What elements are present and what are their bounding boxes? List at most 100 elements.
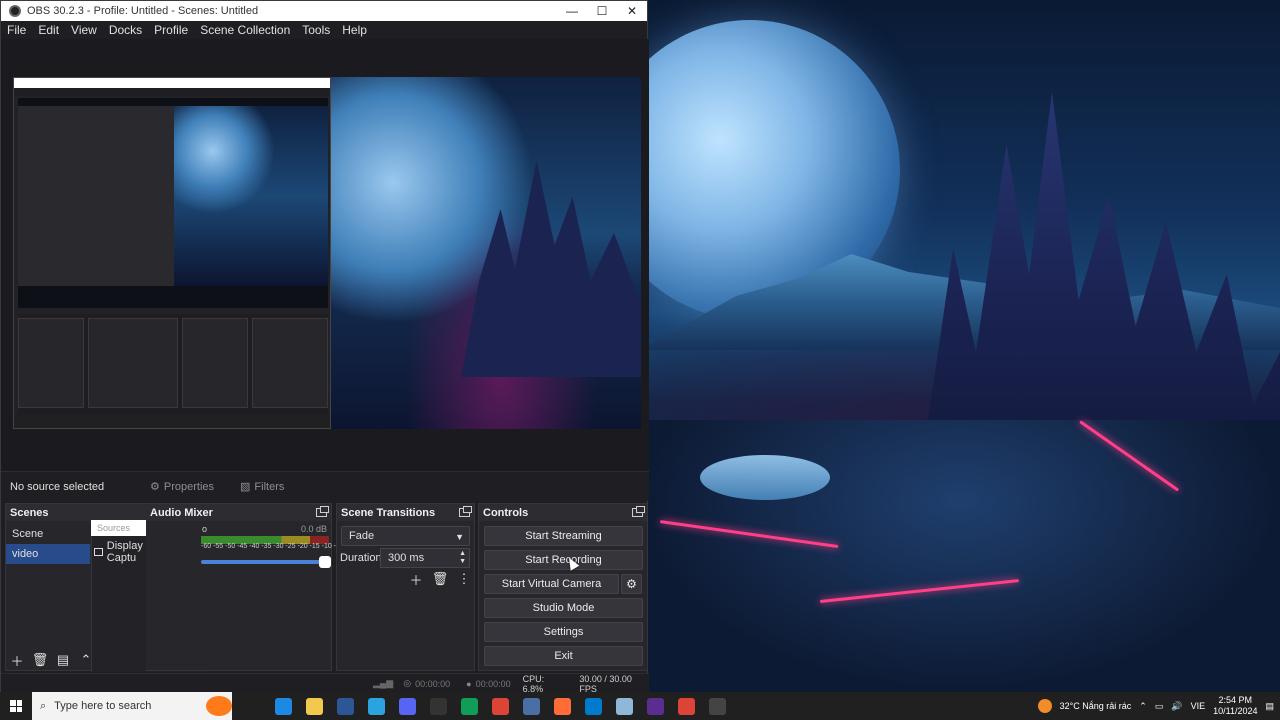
- status-bar: ▂▄▆ ◎ 00:00:00 ● 00:00:00 CPU: 6.8% 30.0…: [1, 673, 649, 694]
- minimize-button[interactable]: —: [557, 1, 587, 21]
- nested-docks: [18, 314, 328, 414]
- exit-button[interactable]: Exit: [484, 646, 643, 666]
- menu-file[interactable]: File: [1, 23, 32, 37]
- nested-dock: [252, 318, 328, 408]
- add-icon[interactable]: ＋: [409, 572, 423, 588]
- volume-slider-handle[interactable]: [319, 556, 331, 568]
- transition-toolbar: ＋ 🗑 ⋮: [409, 571, 471, 588]
- audio-mixer-dock: Audio Mixer o 0.0 dB -60 -55 -50 -45 -40…: [146, 503, 346, 671]
- scene-transitions-header: Scene Transitions: [337, 504, 474, 521]
- controls-title: Controls: [483, 506, 529, 519]
- menu-docks[interactable]: Docks: [103, 23, 148, 37]
- edge-icon[interactable]: [275, 697, 292, 715]
- notepad-icon[interactable]: [616, 697, 633, 715]
- nested-dock: [88, 318, 178, 408]
- audio-mixer-title: Audio Mixer: [150, 506, 213, 519]
- duration-spinbox[interactable]: 300 ms ▲ ▼: [380, 548, 470, 568]
- filters-button[interactable]: ▧ Filters: [240, 480, 284, 494]
- menu-scene-collection[interactable]: Scene Collection: [194, 23, 296, 37]
- undock-icon[interactable]: [459, 506, 472, 517]
- weather-icon: [1037, 699, 1052, 713]
- spin-arrows-icon[interactable]: ▲ ▼: [459, 550, 466, 566]
- scene-item-video[interactable]: video: [6, 544, 90, 564]
- window-title: OBS 30.2.3 - Profile: Untitled - Scenes:…: [27, 5, 259, 17]
- weather-text[interactable]: 32°C Nắng rải rác: [1060, 701, 1132, 711]
- add-icon[interactable]: ＋: [10, 653, 24, 669]
- search-placeholder: Type here to search: [54, 700, 152, 712]
- discord-icon[interactable]: [399, 697, 416, 715]
- file-explorer-icon[interactable]: [306, 697, 323, 715]
- menu-edit[interactable]: Edit: [32, 23, 65, 37]
- taskbar-apps: [244, 697, 726, 715]
- network-icon[interactable]: ▭: [1155, 701, 1164, 712]
- settings-button[interactable]: Settings: [484, 622, 643, 642]
- taskbar-search[interactable]: ⌕ Type here to search: [32, 692, 232, 720]
- record-time: 00:00:00: [475, 678, 511, 689]
- chevron-down-icon: ▼: [455, 532, 464, 542]
- chevron-up-icon[interactable]: ⌃: [79, 652, 93, 667]
- monitor-icon: [94, 548, 103, 556]
- studio-mode-button[interactable]: Studio Mode: [484, 598, 643, 618]
- preview-canvas[interactable]: [13, 77, 641, 429]
- preview-area[interactable]: [1, 39, 649, 471]
- vscode-icon[interactable]: [585, 697, 602, 715]
- undock-icon[interactable]: [316, 506, 329, 517]
- notifications-icon[interactable]: ▤: [1265, 701, 1274, 712]
- volume-icon[interactable]: 🔊: [1171, 701, 1182, 712]
- menu-help[interactable]: Help: [336, 23, 373, 37]
- start-button[interactable]: [0, 692, 32, 720]
- close-button[interactable]: ✕: [617, 1, 647, 21]
- postman-icon[interactable]: [554, 697, 571, 715]
- word-icon[interactable]: [337, 697, 354, 715]
- start-virtual-camera-button[interactable]: Start Virtual Camera: [484, 574, 619, 594]
- controls-header: Controls: [479, 504, 647, 521]
- nested-wallpaper-image: [174, 106, 328, 286]
- nested-title-bar: [14, 78, 330, 88]
- chrome-2-icon[interactable]: [678, 697, 695, 715]
- filter-icon[interactable]: ▤: [56, 652, 70, 667]
- maximize-button[interactable]: ☐: [587, 1, 617, 21]
- scene-transitions-dock: Scene Transitions Fade ▼ Duration 300 ms…: [336, 503, 475, 671]
- undock-icon[interactable]: [632, 506, 645, 517]
- mixer-channel-name: o: [202, 524, 208, 534]
- gear-icon[interactable]: ⚙: [621, 574, 642, 594]
- app-dark-icon[interactable]: [430, 697, 447, 715]
- nested-menu-bar: [14, 88, 330, 96]
- task-view-icon[interactable]: [244, 697, 261, 715]
- start-streaming-button[interactable]: Start Streaming: [484, 526, 643, 546]
- title-bar: OBS 30.2.3 - Profile: Untitled - Scenes:…: [1, 1, 647, 21]
- clock-time: 2:54 PM: [1218, 695, 1253, 705]
- meter-ticks: -60 -55 -50 -45 -40 -35 -30 -25 -20 -15 …: [201, 543, 346, 550]
- clock-date: 10/11/2024: [1213, 706, 1258, 716]
- language-indicator[interactable]: VIE: [1191, 701, 1206, 711]
- nested-preview: [18, 98, 328, 308]
- gear-icon: ⚙: [150, 481, 160, 493]
- menu-tools[interactable]: Tools: [296, 23, 336, 37]
- nested-obs-capture: [13, 77, 331, 429]
- settings-app-icon[interactable]: [523, 697, 540, 715]
- volume-slider-track[interactable]: [201, 560, 326, 564]
- transition-select[interactable]: Fade ▼: [341, 526, 470, 546]
- more-icon[interactable]: ⋮: [457, 571, 471, 586]
- menu-profile[interactable]: Profile: [148, 23, 194, 37]
- nested-dock: [182, 318, 248, 408]
- stream-icon: ◎: [403, 678, 412, 688]
- chrome-icon[interactable]: [492, 697, 509, 715]
- clock[interactable]: 2:54 PM 10/11/2024: [1213, 695, 1257, 717]
- scene-item-scene[interactable]: Scene: [6, 524, 90, 544]
- menu-view[interactable]: View: [65, 23, 103, 37]
- record-icon: ●: [466, 678, 472, 689]
- edge-2-icon[interactable]: [461, 697, 478, 715]
- obs-window: OBS 30.2.3 - Profile: Untitled - Scenes:…: [0, 0, 649, 694]
- properties-label: Properties: [163, 480, 215, 493]
- preview-wallpaper-image: [331, 77, 641, 429]
- trash-icon[interactable]: 🗑: [32, 652, 49, 667]
- obs-icon[interactable]: [709, 697, 726, 715]
- properties-button[interactable]: ⚙ Properties: [150, 480, 215, 494]
- visual-studio-icon[interactable]: [647, 697, 664, 715]
- telegram-icon[interactable]: [368, 697, 385, 715]
- wallpaper-lake: [700, 455, 830, 500]
- trash-icon[interactable]: 🗑: [432, 571, 449, 586]
- show-hidden-icons-icon[interactable]: ⌃: [1139, 701, 1147, 712]
- search-icon: ⌕: [40, 699, 47, 712]
